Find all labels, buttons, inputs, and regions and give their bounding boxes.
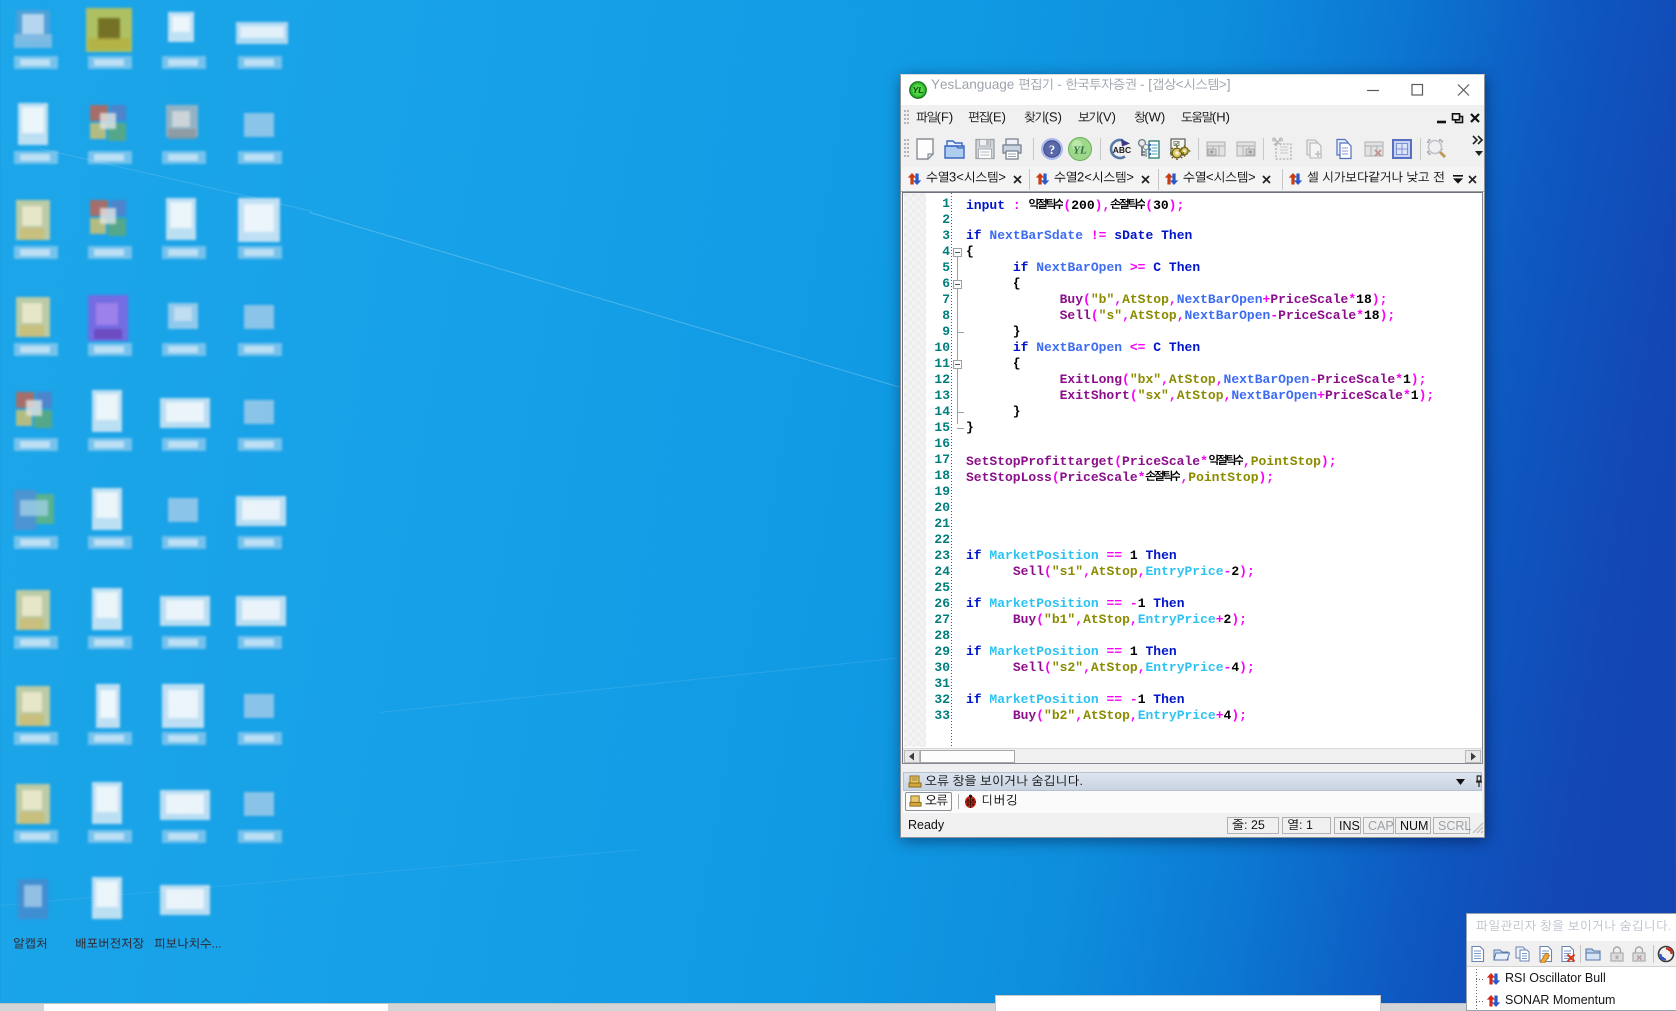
svg-text:YL: YL xyxy=(1073,145,1087,157)
svg-text:?: ? xyxy=(1049,143,1055,157)
svg-text:YL: YL xyxy=(913,85,924,95)
svg-text:ABC: ABC xyxy=(1113,145,1131,155)
